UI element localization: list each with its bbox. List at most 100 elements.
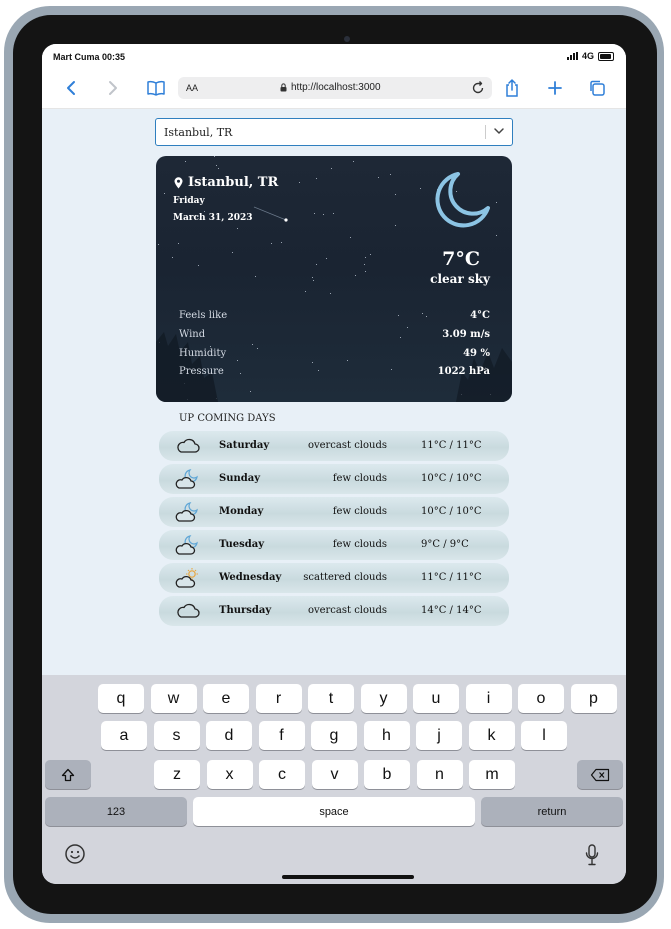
star xyxy=(316,178,317,179)
location: Istanbul, TR xyxy=(174,175,278,190)
shift-icon xyxy=(61,768,75,781)
book-icon[interactable] xyxy=(144,76,168,100)
star xyxy=(326,258,327,259)
key-f[interactable]: f xyxy=(258,721,305,750)
star xyxy=(420,188,421,189)
key-h[interactable]: h xyxy=(363,721,410,750)
star xyxy=(271,243,272,244)
forecast-description: few clouds xyxy=(332,473,387,484)
key-g[interactable]: g xyxy=(311,721,357,750)
current-weather-card: Istanbul, TR Friday March 31, 2023 7°C c… xyxy=(156,156,512,402)
star xyxy=(164,193,165,194)
forecast-temps: 11°C / 11°C xyxy=(421,572,482,583)
star xyxy=(204,211,205,212)
reload-icon[interactable] xyxy=(470,80,486,99)
key-r[interactable]: r xyxy=(255,684,302,713)
forward-icon[interactable] xyxy=(101,76,125,100)
reader-button[interactable]: AA xyxy=(186,83,198,93)
key-o[interactable]: o xyxy=(518,684,564,713)
url-display[interactable]: http://localhost:3000 xyxy=(280,82,381,93)
cloud-moon-icon xyxy=(175,534,201,559)
shift-key[interactable] xyxy=(45,760,91,789)
star xyxy=(496,235,497,236)
key-n[interactable]: n xyxy=(416,760,463,789)
space-key[interactable]: space xyxy=(193,797,475,826)
screen: Mart Cuma 00:35 4G AA http://localhost:3… xyxy=(42,44,626,884)
forecast-temps: 11°C / 11°C xyxy=(421,440,482,451)
forecast-temps: 14°C / 14°C xyxy=(421,605,482,616)
key-e[interactable]: e xyxy=(203,684,249,713)
forecast-description: overcast clouds xyxy=(307,440,387,451)
numbers-key[interactable]: 123 xyxy=(45,797,187,826)
detail-value-wind: 3.09 m/s xyxy=(442,329,490,340)
key-q[interactable]: q xyxy=(98,684,144,713)
forecast-description: scattered clouds xyxy=(303,572,387,583)
cloud-moon-icon xyxy=(175,468,201,493)
star xyxy=(350,237,351,238)
key-b[interactable]: b xyxy=(364,760,410,789)
key-t[interactable]: t xyxy=(308,684,354,713)
return-key[interactable]: return xyxy=(481,797,623,826)
star xyxy=(378,177,379,178)
key-p[interactable]: p xyxy=(570,684,617,713)
star xyxy=(185,161,186,162)
emoji-icon[interactable] xyxy=(64,843,86,870)
key-m[interactable]: m xyxy=(469,760,515,789)
forecast-temps: 10°C / 10°C xyxy=(421,506,482,517)
key-k[interactable]: k xyxy=(468,721,515,750)
star xyxy=(178,243,179,244)
key-y[interactable]: y xyxy=(360,684,407,713)
forecast-day: Sunday xyxy=(219,473,261,484)
key-s[interactable]: s xyxy=(153,721,200,750)
cloud-icon xyxy=(175,600,201,625)
key-a[interactable]: a xyxy=(101,721,147,750)
key-j[interactable]: j xyxy=(416,721,462,750)
delete-key[interactable] xyxy=(577,760,623,789)
key-x[interactable]: x xyxy=(206,760,253,789)
key-u[interactable]: u xyxy=(413,684,459,713)
key-l[interactable]: l xyxy=(521,721,567,750)
address-bar[interactable]: AA http://localhost:3000 xyxy=(178,77,492,99)
forecast-row: Saturday overcast clouds 11°C / 11°C xyxy=(159,431,509,461)
star xyxy=(198,265,199,266)
upcoming-title: UP COMING DAYS xyxy=(179,413,276,424)
forecast-day: Thursday xyxy=(219,605,272,616)
key-i[interactable]: i xyxy=(465,684,512,713)
star xyxy=(313,280,314,281)
backspace-icon xyxy=(590,768,610,781)
forecast-temps: 10°C / 10°C xyxy=(421,473,482,484)
microphone-icon[interactable] xyxy=(584,843,600,872)
star xyxy=(323,214,324,215)
star xyxy=(390,174,391,175)
star xyxy=(281,242,282,243)
key-v[interactable]: v xyxy=(311,760,358,789)
star xyxy=(353,161,354,162)
star xyxy=(218,168,219,169)
city-select[interactable]: Istanbul, TR xyxy=(155,118,513,146)
weather-page: Istanbul, TR Istanbul, TR Friday March 3… xyxy=(42,109,626,675)
current-day: Friday xyxy=(173,196,205,206)
lock-icon xyxy=(280,83,287,92)
star xyxy=(365,257,366,258)
plus-icon[interactable] xyxy=(543,76,567,100)
current-condition: clear sky xyxy=(430,272,490,286)
forecast-day: Saturday xyxy=(219,440,270,451)
star xyxy=(333,213,334,214)
share-icon[interactable] xyxy=(500,76,524,100)
forecast-description: few clouds xyxy=(332,539,387,550)
key-z[interactable]: z xyxy=(154,760,200,789)
location-pin-icon xyxy=(174,176,183,188)
key-w[interactable]: w xyxy=(150,684,197,713)
tabs-icon[interactable] xyxy=(585,76,609,100)
star xyxy=(158,244,159,245)
network-type: 4G xyxy=(581,51,594,61)
key-d[interactable]: d xyxy=(206,721,252,750)
battery-icon xyxy=(598,51,614,61)
onscreen-keyboard: qwertyuiop asdfghjkl zxcvbnm 123 space ret… xyxy=(42,675,626,884)
key-c[interactable]: c xyxy=(259,760,305,789)
city-select-value: Istanbul, TR xyxy=(164,126,233,139)
forecast-temps: 9°C / 9°C xyxy=(421,539,469,550)
chevron-down-icon[interactable] xyxy=(493,125,505,140)
forecast-day: Monday xyxy=(219,506,264,517)
back-icon[interactable] xyxy=(59,76,83,100)
